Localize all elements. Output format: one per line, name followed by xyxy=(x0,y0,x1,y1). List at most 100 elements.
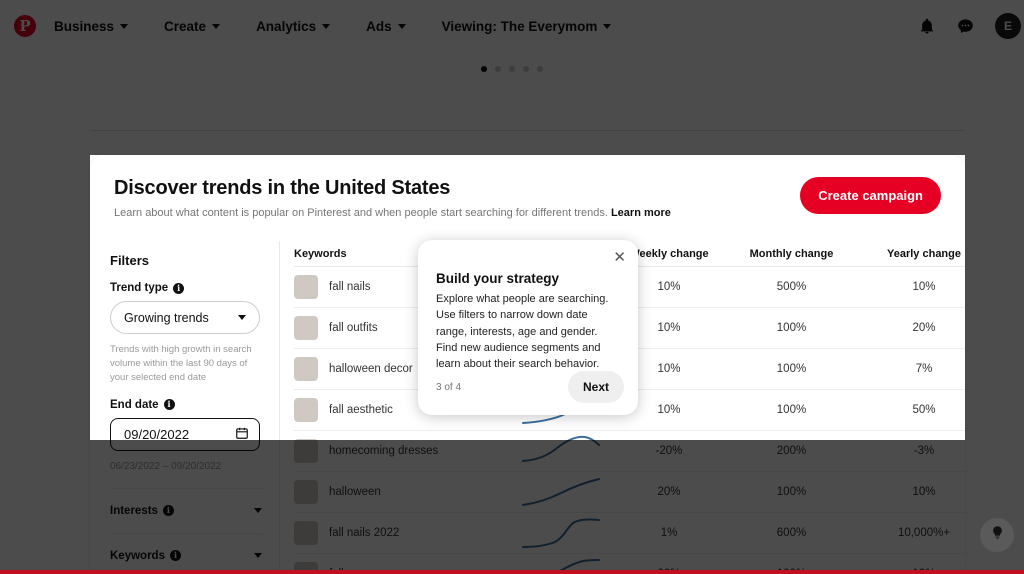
cell-weekly-change: -20% xyxy=(655,445,683,458)
cell-weekly-change: 20% xyxy=(657,486,681,499)
trend-type-label: Trend type i xyxy=(110,282,259,294)
cell-monthly-change: 500% xyxy=(776,281,807,294)
carousel-dot-4[interactable] xyxy=(523,66,529,72)
create-campaign-button[interactable]: Create campaign xyxy=(800,177,941,214)
cell-monthly-change: 100% xyxy=(776,404,807,417)
date-range-text: 06/23/2022 – 09/20/2022 xyxy=(110,460,222,472)
table-row[interactable]: fall nails 2022 1% 600% 10,000%+ xyxy=(294,513,965,555)
popover-next-button[interactable]: Next xyxy=(567,371,624,403)
lightbulb-icon xyxy=(990,525,1005,545)
cell-yearly-change: 10% xyxy=(912,281,936,294)
overlay-dim-left xyxy=(0,155,90,574)
end-date-label: End date i xyxy=(110,399,259,411)
trend-type-select[interactable]: Growing trends xyxy=(110,301,260,335)
nav-item-create-label: Create xyxy=(164,18,207,34)
nails-thumbnail xyxy=(294,275,318,300)
cell-yearly-change: 7% xyxy=(915,363,933,376)
nav-item-ads[interactable]: Ads xyxy=(356,13,416,40)
popover-body: Explore what people are searching. Use f… xyxy=(436,293,609,371)
cell-yearly-change: 10,000%+ xyxy=(897,527,951,540)
chevron-down-icon xyxy=(254,508,262,514)
carousel-dot-2[interactable] xyxy=(495,66,501,72)
carousel-dot-1[interactable] xyxy=(481,66,487,72)
dress-thumbnail xyxy=(294,439,318,464)
avatar[interactable]: E xyxy=(995,13,1021,39)
popover-footer: 3 of 4 Next xyxy=(436,371,624,403)
bell-icon[interactable] xyxy=(918,17,936,35)
bottom-red-bar xyxy=(0,570,1024,574)
filter-section-keywords[interactable]: Keywords i xyxy=(110,532,262,562)
trends-card-header: Discover trends in the United States Lea… xyxy=(90,155,965,221)
keywords-label: Keywords i xyxy=(110,550,181,562)
filters-heading: Filters xyxy=(110,253,150,269)
learn-more-link[interactable]: Learn more xyxy=(611,207,671,219)
cell-yearly-change: 50% xyxy=(912,404,936,417)
chevron-down-icon xyxy=(322,23,331,29)
cell-keyword: halloween xyxy=(294,480,509,505)
chevron-down-icon xyxy=(212,23,221,29)
page-subtitle-text: Learn about what content is popular on P… xyxy=(114,207,608,219)
info-icon[interactable]: i xyxy=(169,550,181,562)
carousel-dots xyxy=(0,66,1024,72)
info-icon[interactable]: i xyxy=(163,399,175,411)
calendar-icon[interactable] xyxy=(235,426,249,443)
filter-section-interests[interactable]: Interests i xyxy=(110,487,262,517)
nav-item-business-label: Business xyxy=(54,18,115,34)
nav-right-actions: E xyxy=(918,13,1021,39)
cell-yearly-change: 10% xyxy=(912,486,936,499)
column-header-monthly-change: Monthly change xyxy=(749,247,834,260)
keyword-label: fall aesthetic xyxy=(329,404,393,417)
info-icon[interactable]: i xyxy=(162,505,174,517)
cell-keyword: fall nails 2022 xyxy=(294,521,509,546)
help-bulb-button[interactable] xyxy=(980,518,1014,552)
nav-item-account-switcher-label: Viewing: The Everymom xyxy=(441,18,598,34)
chat-bubble-icon[interactable] xyxy=(956,17,975,36)
nav-item-business[interactable]: Business xyxy=(44,13,138,40)
keywords-label-text: Keywords xyxy=(110,549,165,562)
overlay-dim-right xyxy=(965,155,1024,574)
end-date-label-text: End date xyxy=(110,398,159,411)
chevron-down-icon xyxy=(120,23,129,29)
column-header-yearly-change: Yearly change xyxy=(887,247,961,260)
nav-item-analytics[interactable]: Analytics xyxy=(246,13,340,40)
table-row[interactable]: homecoming dresses -20% 200% -3% xyxy=(294,431,965,473)
keyword-label: halloween decor xyxy=(329,363,413,376)
nav-item-create[interactable]: Create xyxy=(154,13,230,40)
halloween-decor-thumbnail xyxy=(294,357,318,382)
keyword-label: halloween xyxy=(329,486,381,499)
nav-item-account-switcher[interactable]: Viewing: The Everymom xyxy=(432,13,622,40)
top-navigation-bar: P Business Create Analytics Ads Viewing:… xyxy=(0,0,1024,52)
interests-label-text: Interests xyxy=(110,504,158,517)
nails-2022-thumbnail xyxy=(294,521,318,546)
keyword-label: fall nails xyxy=(329,281,371,294)
filters-panel: Filters Trend type i Growing trends Tren… xyxy=(90,241,280,574)
aesthetic-thumbnail xyxy=(294,398,318,423)
close-icon[interactable]: ✕ xyxy=(613,250,626,265)
end-date-input[interactable]: 09/20/2022 xyxy=(110,417,260,451)
carousel-dot-5[interactable] xyxy=(537,66,543,72)
cell-monthly-change: 100% xyxy=(776,322,807,335)
carousel-dot-3[interactable] xyxy=(509,66,515,72)
table-row[interactable]: halloween 20% 100% 10% xyxy=(294,472,965,514)
cell-trendline xyxy=(509,516,614,550)
cell-yearly-change: -3% xyxy=(913,445,935,458)
end-date-value: 09/20/2022 xyxy=(124,426,190,442)
interests-label: Interests i xyxy=(110,505,174,517)
chevron-down-icon xyxy=(397,23,406,29)
cell-monthly-change: 100% xyxy=(776,363,807,376)
popover-title: Build your strategy xyxy=(436,271,560,286)
nav-item-ads-label: Ads xyxy=(366,18,392,34)
cell-weekly-change: 1% xyxy=(660,527,678,540)
outfit-thumbnail xyxy=(294,316,318,341)
chevron-down-icon xyxy=(603,23,612,29)
halloween-thumbnail xyxy=(294,480,318,505)
section-divider xyxy=(90,130,965,131)
trend-type-help-text: Trends with high growth in search volume… xyxy=(110,344,252,383)
cell-monthly-change: 600% xyxy=(776,527,807,540)
trend-type-label-text: Trend type xyxy=(110,282,169,295)
cell-trendline xyxy=(509,475,614,509)
cell-yearly-change: 20% xyxy=(912,322,936,335)
cell-keyword: homecoming dresses xyxy=(294,439,509,464)
pinterest-logo-icon[interactable]: P xyxy=(14,15,36,37)
info-icon[interactable]: i xyxy=(173,282,185,294)
